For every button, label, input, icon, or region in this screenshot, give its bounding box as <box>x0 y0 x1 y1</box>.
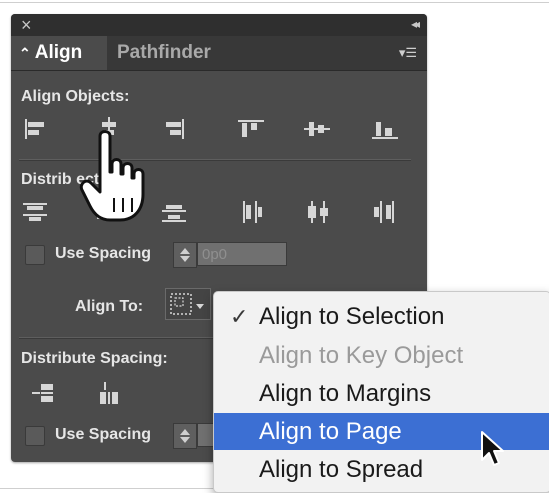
spacing-input[interactable]: 0p0 <box>197 242 287 266</box>
align-bottom-edges-icon[interactable] <box>367 114 403 144</box>
stepper-up-icon[interactable] <box>180 429 190 435</box>
menu-item-align-to-margins[interactable]: Align to Margins <box>214 375 549 412</box>
checkmark-icon: ✓ <box>230 304 249 329</box>
distribute-vertical-space-icon[interactable] <box>25 378 61 408</box>
menu-item-align-to-selection[interactable]: ✓ Align to Selection <box>214 298 549 335</box>
distribute-horizontal-space-icon[interactable] <box>91 378 127 408</box>
distribute-bottom-edges-icon[interactable] <box>156 196 192 226</box>
use-spacing-checkbox-2[interactable] <box>25 426 45 446</box>
tab-align-label: Align <box>34 42 83 63</box>
menu-item-align-to-key-object: Align to Key Object <box>214 337 549 374</box>
spacing-stepper[interactable] <box>173 242 197 268</box>
stepper-down-icon[interactable] <box>180 256 190 262</box>
panel-menu-icon[interactable]: ▾☰ <box>399 45 417 61</box>
tab-pathfinder[interactable]: Pathfinder <box>107 36 221 70</box>
align-right-edges-icon[interactable] <box>156 114 192 144</box>
distribute-top-edges-icon[interactable] <box>17 196 53 226</box>
align-top-edges-icon[interactable] <box>233 114 269 144</box>
align-to-label: Align To: <box>75 298 144 315</box>
menu-item-label: Align to Page <box>259 418 402 445</box>
collapse-icon[interactable]: ◂◂ <box>411 17 420 31</box>
distribute-right-edges-icon[interactable] <box>367 196 403 226</box>
menu-item-label: Align to Selection <box>259 303 445 330</box>
tab-align[interactable]: ⌃ Align <box>11 36 107 70</box>
stepper-down-icon[interactable] <box>180 437 190 443</box>
distribute-spacing-heading: Distribute Spacing: <box>21 350 168 367</box>
stepper-up-icon[interactable] <box>180 248 190 254</box>
tab-row: ⌃ Align Pathfinder ▾☰ <box>11 36 427 71</box>
use-spacing-label-2: Use Spacing <box>55 426 152 443</box>
menu-item-label: Align to Spread <box>259 456 424 483</box>
align-left-edges-icon[interactable] <box>17 114 53 144</box>
hand-pointer-icon <box>78 128 158 224</box>
use-spacing-label: Use Spacing <box>55 245 152 262</box>
close-icon[interactable]: × <box>21 15 32 35</box>
distribute-horizontal-centers-icon[interactable] <box>299 196 335 226</box>
use-spacing-checkbox[interactable] <box>25 245 45 265</box>
spacing-stepper-2[interactable] <box>173 423 197 449</box>
menu-item-label: Align to Margins <box>259 380 432 407</box>
sort-arrows-icon: ⌃ <box>19 45 31 61</box>
align-objects-heading: Align Objects: <box>21 88 130 105</box>
distribute-left-edges-icon[interactable] <box>233 196 269 226</box>
align-to-dropdown[interactable] <box>165 288 211 320</box>
panel-titlebar[interactable]: × ◂◂ <box>11 14 427 36</box>
arrow-cursor-icon <box>480 430 506 470</box>
menu-item-label: Align to Key Object <box>259 342 464 369</box>
top-rule <box>0 2 549 3</box>
align-vertical-centers-icon[interactable] <box>299 114 335 144</box>
